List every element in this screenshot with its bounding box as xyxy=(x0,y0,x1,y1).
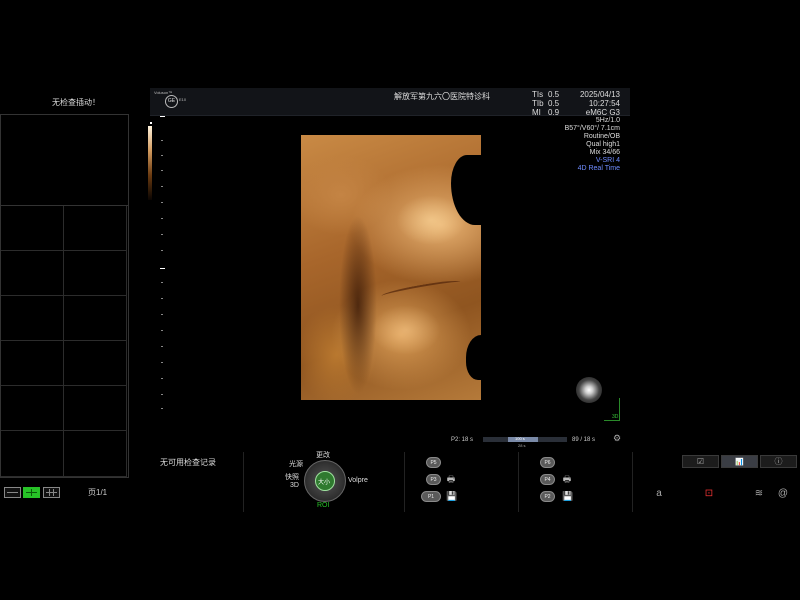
text-annotation-icon[interactable]: a xyxy=(652,488,666,500)
gear-icon[interactable]: ⚙ xyxy=(612,433,622,443)
thumbnail-cell[interactable] xyxy=(64,206,127,251)
p3-button[interactable]: P3 xyxy=(426,474,441,485)
layout-3x3-button[interactable] xyxy=(43,487,60,498)
layout-line-icon xyxy=(26,492,37,493)
thumbnail-cell[interactable] xyxy=(1,206,64,251)
thumbnail-cell[interactable] xyxy=(1,296,64,341)
hospital-name: 解放军第九六〇医院特诊科 xyxy=(394,92,490,101)
wifi-icon[interactable]: ≋ xyxy=(752,488,766,500)
index-label-tib: TIb xyxy=(532,99,544,108)
exam-date: 2025/04/13 xyxy=(579,90,620,99)
thumbnail-cell[interactable] xyxy=(1,431,64,477)
scan-param-quality: Qual high1 xyxy=(586,141,620,148)
layout-line-icon xyxy=(46,492,57,493)
probe-name: eM6C G3 xyxy=(585,108,620,117)
luminance-top-marker xyxy=(150,122,152,124)
thumbnail-grid xyxy=(0,114,129,478)
thumbnail-cell[interactable] xyxy=(1,386,64,431)
axis-vertical xyxy=(619,398,620,420)
thumbnail-cell[interactable] xyxy=(1,251,64,296)
orientation-ball-icon[interactable] xyxy=(576,377,602,403)
index-value-mi: 0.9 xyxy=(548,108,560,117)
no-exam-message: 无检查插动！ xyxy=(52,98,100,107)
scan-param-vsri: V-SRI 4 xyxy=(595,157,620,164)
knob-label-snapshot[interactable]: 快照 xyxy=(285,472,299,482)
thumbnail-cell[interactable] xyxy=(64,251,127,296)
thumbnail-cell-main[interactable] xyxy=(1,115,128,206)
no-record-label: 无可用检查记录 xyxy=(160,458,216,467)
roi-label[interactable]: ROI xyxy=(317,502,329,509)
luminance-color-bar xyxy=(148,126,152,200)
cine-end-label: 89 / 18 s xyxy=(572,437,596,443)
index-label-mi: MI xyxy=(532,108,541,117)
tab-info[interactable]: ⓘ xyxy=(760,455,797,468)
scan-param-frequency: 5Hz/1.0 xyxy=(595,117,620,124)
p5-button[interactable]: P5 xyxy=(426,457,441,468)
knob-label-volpre[interactable]: Volpre xyxy=(348,477,368,484)
cine-inner-label: 100 s xyxy=(515,436,525,441)
scan-param-preset: Routine/OB xyxy=(583,133,620,140)
p1-button[interactable]: P1 xyxy=(421,491,441,502)
printer-icon[interactable]: 🖶 xyxy=(562,474,572,484)
ultrasound-3d-render[interactable] xyxy=(301,135,481,400)
save-disk-icon[interactable]: 💾 xyxy=(446,491,457,501)
index-label-tis: TIs xyxy=(532,90,544,99)
info-icon: ⓘ xyxy=(774,457,783,466)
check-icon: ☑ xyxy=(696,457,705,466)
p6-button[interactable]: P6 xyxy=(540,457,555,468)
p4-button[interactable]: P4 xyxy=(540,474,555,485)
thumbnail-cell[interactable] xyxy=(64,386,127,431)
cine-mid-label: 28 s xyxy=(518,443,526,448)
layout-2x2-button[interactable] xyxy=(23,487,40,498)
model-label: E10 xyxy=(179,97,187,102)
axis-horizontal xyxy=(604,420,620,421)
knob-label-3d[interactable]: 3D xyxy=(290,482,299,489)
layout-2x1-button[interactable] xyxy=(4,487,21,498)
index-value-tib: 0.5 xyxy=(548,99,560,108)
at-icon[interactable]: @ xyxy=(776,488,790,500)
axis-3d-label: 3D xyxy=(612,414,619,420)
network-icon[interactable]: ⊡ xyxy=(702,488,716,500)
knob-center-label: 大小 xyxy=(317,480,330,486)
knob-label-light[interactable]: 光源 xyxy=(289,459,303,469)
tab-chart[interactable]: 📊 xyxy=(721,455,758,468)
p2-button[interactable]: P2 xyxy=(540,491,555,502)
save-disk-icon[interactable]: 💾 xyxy=(562,491,573,501)
printer-icon[interactable]: 🖶 xyxy=(446,474,456,484)
scan-param-mode: 4D Real Time xyxy=(577,165,620,172)
thumbnail-cell[interactable] xyxy=(64,341,127,386)
thumbnail-cell[interactable] xyxy=(64,296,127,341)
scan-param-angles: B57°/V60°/ 7.1cm xyxy=(564,125,620,132)
chart-icon: 📊 xyxy=(735,459,744,466)
scan-param-mix: Mix 34/66 xyxy=(589,149,620,156)
thumbnail-cell[interactable] xyxy=(1,341,64,386)
layout-line-icon xyxy=(7,492,18,493)
knob-label-change[interactable]: 更改 xyxy=(316,450,330,460)
page-indicator: 页1/1 xyxy=(88,488,108,497)
exam-time: 10:27:54 xyxy=(588,99,620,108)
tab-checklist[interactable]: ☑ xyxy=(682,455,719,468)
cine-start-label: P2: 18 s xyxy=(451,437,474,443)
thumbnail-cell[interactable] xyxy=(64,431,127,477)
index-value-tis: 0.5 xyxy=(548,90,560,99)
ge-logo-icon: GE xyxy=(165,95,178,108)
